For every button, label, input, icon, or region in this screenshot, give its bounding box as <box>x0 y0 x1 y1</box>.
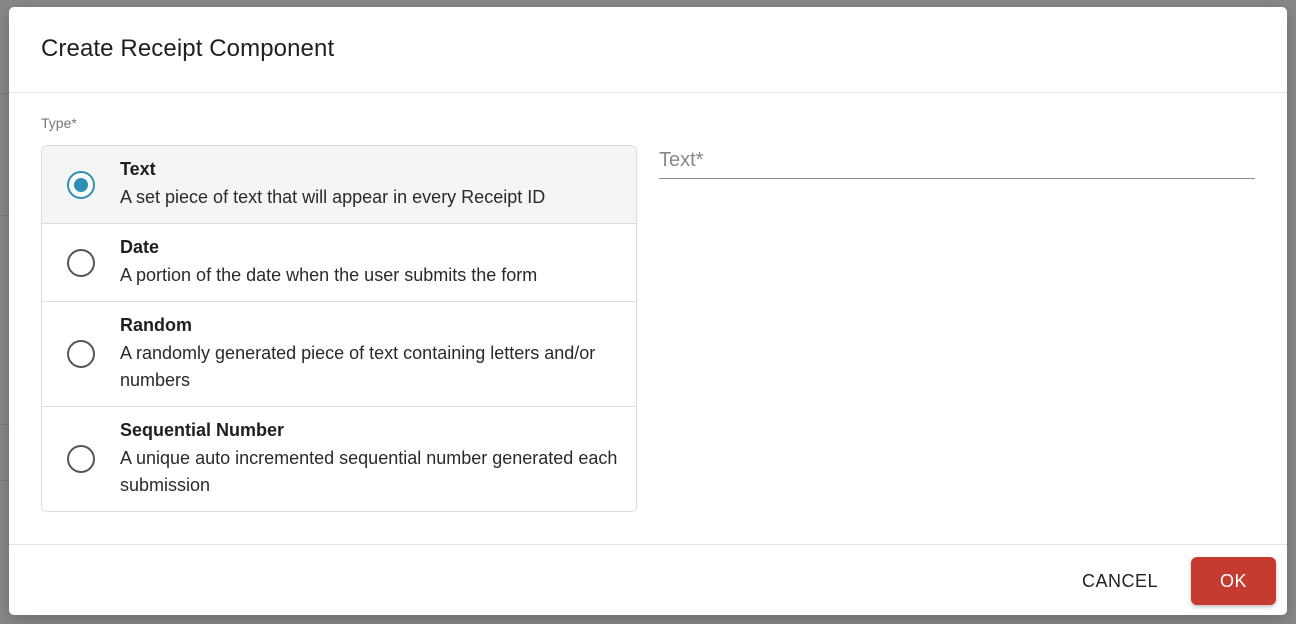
option-title: Sequential Number <box>120 419 285 440</box>
type-label: Type* <box>41 115 77 131</box>
option-title: Random <box>120 314 192 335</box>
cancel-button[interactable]: CANCEL <box>1070 557 1170 605</box>
option-description: A set piece of text that will appear in … <box>120 186 546 207</box>
dialog-title: Create Receipt Component <box>41 35 335 62</box>
dialog-body: Type* Text A set piece of text that will… <box>9 93 1287 544</box>
radio-wrap <box>42 340 120 368</box>
option-description: A unique auto incremented sequential num… <box>120 447 618 495</box>
type-options: Text A set piece of text that will appea… <box>41 145 637 512</box>
radio-wrap <box>42 248 120 277</box>
dialog-header: Create Receipt Component <box>9 7 1287 93</box>
backdrop-divider <box>0 424 9 425</box>
radio-wrap <box>42 170 120 199</box>
ok-button[interactable]: OK <box>1191 557 1276 605</box>
create-receipt-component-dialog: Create Receipt Component Type* Text A se… <box>9 7 1287 615</box>
option-text: Random A randomly generated piece of tex… <box>120 315 636 394</box>
option-text: Date A portion of the date when the user… <box>120 237 549 289</box>
dialog-footer: CANCEL OK <box>9 544 1287 615</box>
option-description: A portion of the date when the user subm… <box>120 264 538 285</box>
option-text: Sequential Number A unique auto incremen… <box>120 420 636 499</box>
type-option-random[interactable]: Random A randomly generated piece of tex… <box>42 302 636 407</box>
option-text: Text A set piece of text that will appea… <box>120 159 557 211</box>
backdrop-divider <box>0 93 9 94</box>
radio-checked-icon[interactable] <box>67 170 95 199</box>
option-description: A randomly generated piece of text conta… <box>120 342 596 390</box>
type-option-date[interactable]: Date A portion of the date when the user… <box>42 224 636 302</box>
radio-unchecked-icon[interactable] <box>67 340 95 368</box>
type-option-sequential-number[interactable]: Sequential Number A unique auto incremen… <box>42 407 636 511</box>
radio-unchecked-icon[interactable] <box>67 248 95 277</box>
backdrop-divider <box>0 480 9 481</box>
type-option-text[interactable]: Text A set piece of text that will appea… <box>42 146 636 224</box>
option-title: Text <box>120 158 156 179</box>
text-field <box>659 143 1255 179</box>
radio-wrap <box>42 445 120 473</box>
option-title: Date <box>120 236 160 257</box>
radio-unchecked-icon[interactable] <box>67 445 95 473</box>
text-input[interactable] <box>659 143 1255 178</box>
backdrop-divider <box>0 215 9 216</box>
